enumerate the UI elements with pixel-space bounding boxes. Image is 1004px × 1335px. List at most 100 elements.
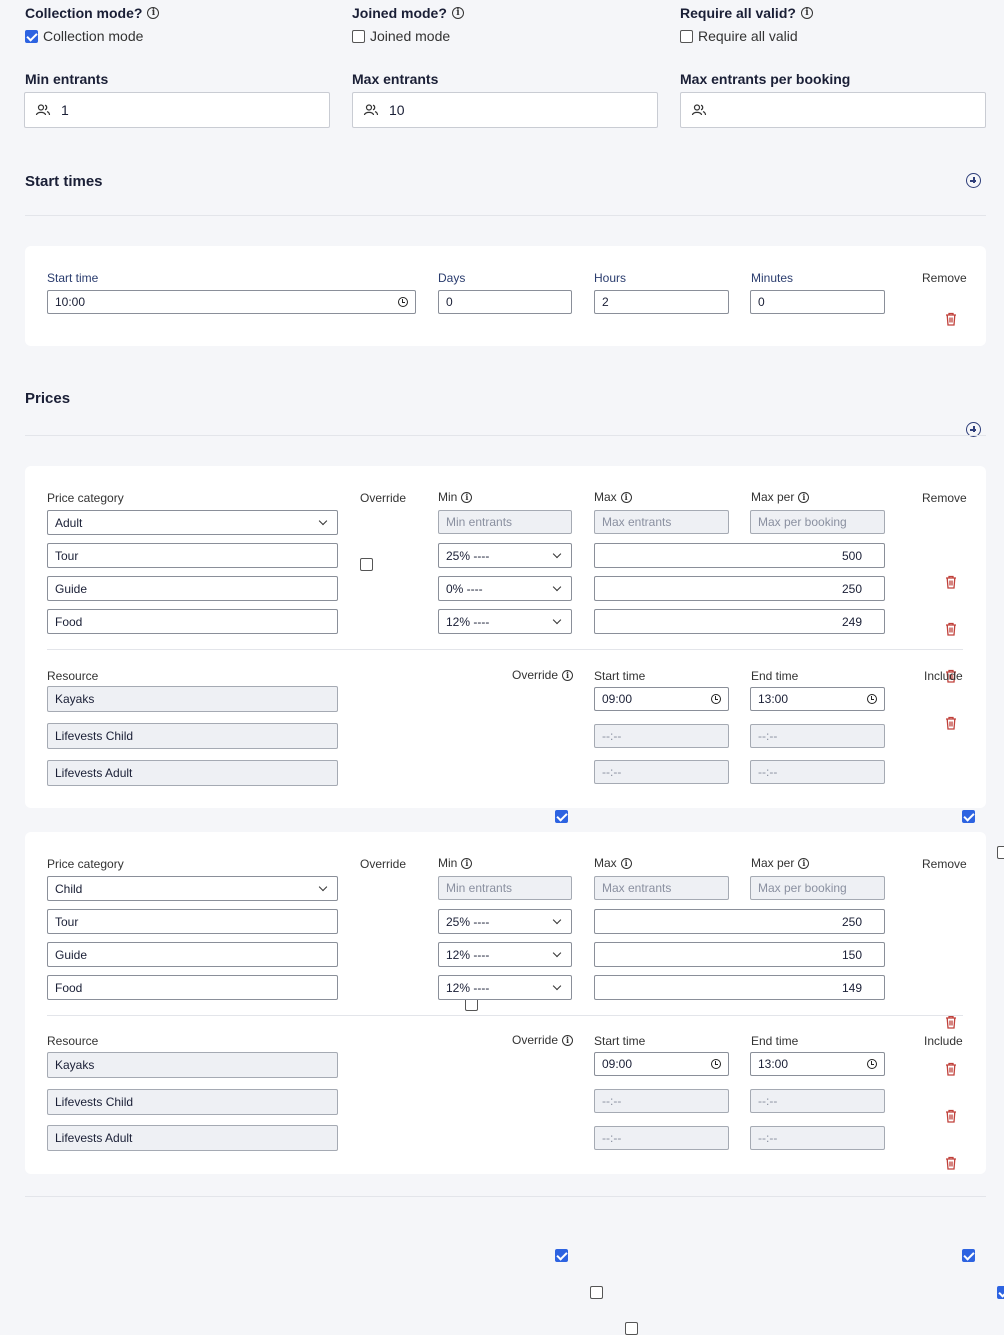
- clock-icon[interactable]: [867, 694, 877, 704]
- price-item-name-input[interactable]: Tour: [47, 909, 338, 934]
- add-start-time-icon[interactable]: [966, 173, 981, 188]
- clock-icon[interactable]: [711, 1059, 721, 1069]
- info-icon[interactable]: i: [147, 7, 160, 19]
- info-icon[interactable]: i: [562, 669, 574, 681]
- max-per-booking-input[interactable]: Max per booking: [750, 876, 885, 900]
- info-icon[interactable]: i: [620, 857, 632, 869]
- tax-select[interactable]: 25% ----: [438, 543, 572, 568]
- tax-select[interactable]: 12% ----: [438, 609, 572, 634]
- max-entrants-label: Max entrants: [352, 71, 439, 87]
- resource-end-time-input[interactable]: --:--: [750, 760, 885, 784]
- info-icon[interactable]: i: [798, 857, 810, 869]
- max-header: Max i: [594, 856, 632, 870]
- max-entrants-input[interactable]: Max entrants: [594, 876, 729, 900]
- max-entrants-input[interactable]: Max entrants: [594, 510, 729, 534]
- resource-start-time-input[interactable]: --:--: [594, 1089, 729, 1113]
- require-all-valid-option[interactable]: Require all valid: [680, 28, 798, 44]
- clock-icon[interactable]: [398, 297, 408, 307]
- resource-override-checkbox[interactable]: [624, 1322, 638, 1335]
- min-entrants-input[interactable]: 1: [24, 92, 330, 128]
- end-time-header: End time: [751, 1034, 799, 1048]
- collection-mode-checkbox[interactable]: [25, 29, 38, 43]
- tax-select[interactable]: 25% ----: [438, 909, 572, 934]
- resource-end-time-input[interactable]: --:--: [750, 1126, 885, 1150]
- resource-override-checkbox[interactable]: [555, 810, 568, 823]
- trash-icon[interactable]: [945, 622, 957, 636]
- clock-icon[interactable]: [711, 694, 721, 704]
- divider: [47, 649, 963, 650]
- tax-select[interactable]: 12% ----: [438, 975, 572, 1000]
- trash-icon[interactable]: [945, 1156, 957, 1170]
- override-checkbox[interactable]: [360, 558, 373, 571]
- joined-mode-option[interactable]: Joined mode: [352, 28, 450, 44]
- price-item-name-input[interactable]: Food: [47, 975, 338, 1000]
- amount-input[interactable]: 249: [594, 609, 885, 634]
- hours-input[interactable]: 2: [594, 290, 729, 314]
- include-checkbox[interactable]: [997, 846, 1004, 859]
- price-item-name-input[interactable]: Tour: [47, 543, 338, 568]
- resource-override-header: Override i: [512, 1033, 574, 1047]
- price-item-name-input[interactable]: Food: [47, 609, 338, 634]
- info-icon[interactable]: i: [798, 491, 810, 503]
- info-icon[interactable]: i: [461, 857, 473, 869]
- max-per-booking-input[interactable]: Max per booking: [750, 510, 885, 534]
- days-input[interactable]: 0: [438, 290, 572, 314]
- tax-select[interactable]: 12% ----: [438, 942, 572, 967]
- trash-icon[interactable]: [945, 575, 957, 589]
- trash-icon[interactable]: [945, 1015, 957, 1029]
- max-per-header: Max per i: [751, 490, 810, 504]
- amount-input[interactable]: 250: [594, 576, 885, 601]
- tax-select[interactable]: 0% ----: [438, 576, 572, 601]
- require-all-valid-heading: Require all valid? i: [680, 5, 813, 21]
- price-item-name-input[interactable]: Guide: [47, 942, 338, 967]
- amount-input[interactable]: 149: [594, 975, 885, 1000]
- resource-end-time-input[interactable]: 13:00: [750, 687, 885, 711]
- start-time-input[interactable]: 10:00: [47, 290, 416, 314]
- resource-start-time-input[interactable]: --:--: [594, 724, 729, 748]
- resource-start-time-input[interactable]: 09:00: [594, 687, 729, 711]
- resource-override-checkbox[interactable]: [555, 1249, 568, 1262]
- include-checkbox[interactable]: [997, 1286, 1004, 1299]
- resource-end-time-input[interactable]: --:--: [750, 724, 885, 748]
- trash-icon[interactable]: [945, 1109, 957, 1123]
- amount-input[interactable]: 500: [594, 543, 885, 568]
- start-time-header: Start time: [594, 669, 646, 683]
- hours-header: Hours: [594, 271, 627, 285]
- include-header: Include: [924, 669, 963, 683]
- max-entrants-input[interactable]: 10: [352, 92, 658, 128]
- price-category-select[interactable]: Adult: [47, 510, 338, 535]
- people-icon: [363, 104, 379, 116]
- joined-mode-checkbox[interactable]: [352, 29, 365, 43]
- price-category-select[interactable]: Child: [47, 876, 338, 901]
- trash-icon[interactable]: [945, 716, 957, 730]
- resource-header: Resource: [47, 1034, 99, 1048]
- include-checkbox[interactable]: [962, 1249, 976, 1262]
- resource-override-checkbox[interactable]: [589, 1286, 603, 1299]
- resource-end-time-input[interactable]: 13:00: [750, 1052, 885, 1076]
- info-icon[interactable]: i: [620, 491, 632, 503]
- divider: [47, 1015, 963, 1016]
- trash-icon[interactable]: [945, 1062, 957, 1076]
- minutes-input[interactable]: 0: [750, 290, 885, 314]
- resource-name: Lifevests Adult: [47, 760, 338, 786]
- resource-start-time-input[interactable]: --:--: [594, 1126, 729, 1150]
- info-icon[interactable]: i: [461, 491, 473, 503]
- chevron-down-icon: [552, 981, 562, 991]
- max-entrants-per-booking-input[interactable]: [680, 92, 986, 128]
- min-entrants-input[interactable]: Min entrants: [438, 876, 572, 900]
- info-icon[interactable]: i: [451, 7, 464, 19]
- amount-input[interactable]: 250: [594, 909, 885, 934]
- clock-icon[interactable]: [867, 1059, 877, 1069]
- resource-start-time-input[interactable]: 09:00: [594, 1052, 729, 1076]
- include-checkbox[interactable]: [962, 810, 976, 823]
- info-icon[interactable]: i: [800, 7, 813, 19]
- info-icon[interactable]: i: [562, 1034, 574, 1046]
- collection-mode-option[interactable]: Collection mode: [25, 28, 143, 44]
- price-item-name-input[interactable]: Guide: [47, 576, 338, 601]
- min-entrants-input[interactable]: Min entrants: [438, 510, 572, 534]
- trash-icon[interactable]: [945, 312, 957, 326]
- require-all-valid-checkbox[interactable]: [680, 29, 693, 43]
- resource-end-time-input[interactable]: --:--: [750, 1089, 885, 1113]
- resource-start-time-input[interactable]: --:--: [594, 760, 729, 784]
- amount-input[interactable]: 150: [594, 942, 885, 967]
